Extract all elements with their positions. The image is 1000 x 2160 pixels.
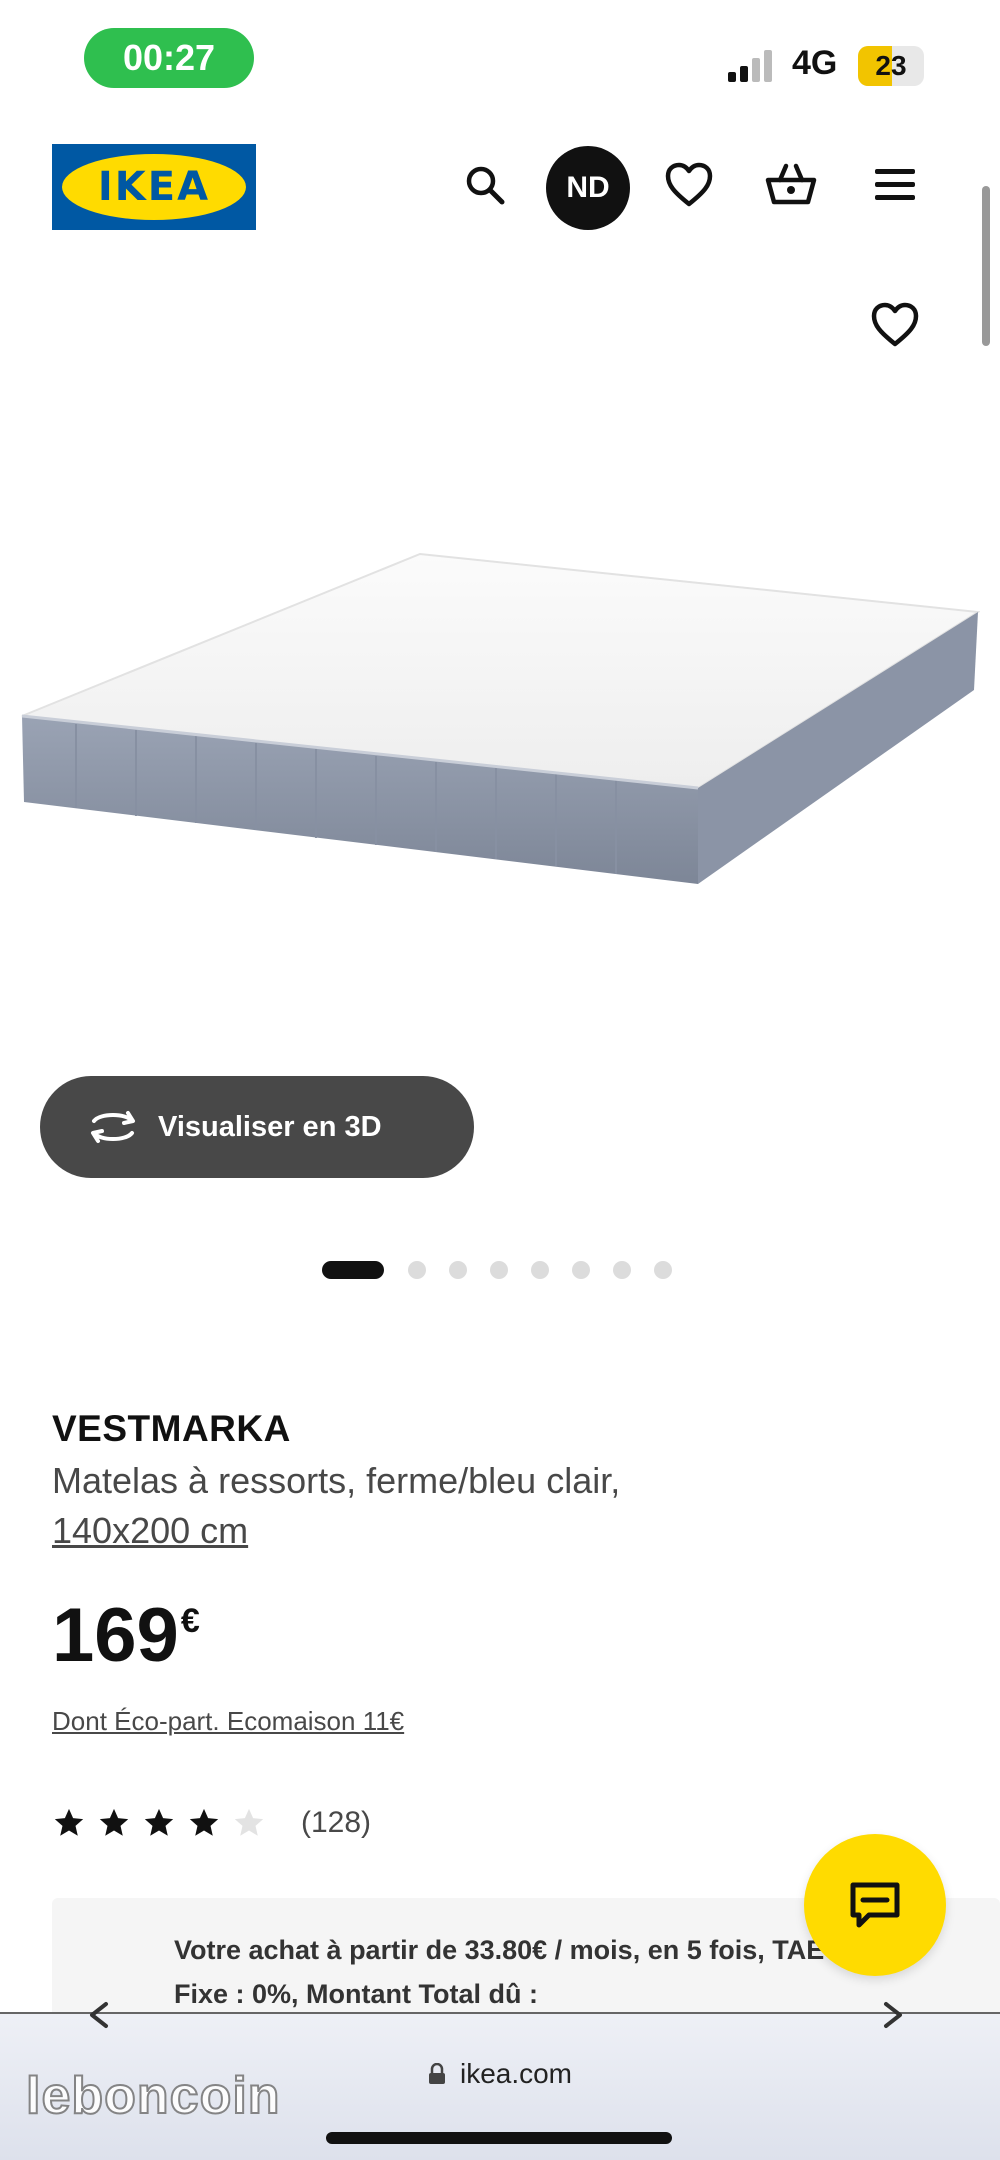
hamburger-menu-icon[interactable]: [862, 152, 928, 218]
star-filled-icon: [189, 1808, 219, 1836]
carousel-dot[interactable]: [449, 1261, 467, 1279]
star-filled-icon: [144, 1808, 174, 1836]
chat-button[interactable]: [804, 1834, 946, 1976]
carousel-dot[interactable]: [531, 1261, 549, 1279]
add-to-wishlist-heart-icon[interactable]: [860, 290, 930, 360]
price-currency: €: [180, 1602, 200, 1640]
carousel-dot[interactable]: [654, 1261, 672, 1279]
carousel-dot[interactable]: [490, 1261, 508, 1279]
carousel-dot[interactable]: [322, 1261, 384, 1279]
eco-participation-link[interactable]: Dont Éco-part. Ecomaison 11€: [52, 1706, 404, 1737]
review-count: (128): [301, 1806, 372, 1839]
basket-icon[interactable]: [758, 152, 824, 218]
product-name: VESTMARKA: [52, 1408, 291, 1449]
view-in-3d-button[interactable]: Visualiser en 3D: [40, 1076, 474, 1178]
home-indicator[interactable]: [326, 2132, 672, 2144]
image-carousel-dots[interactable]: [322, 1258, 695, 1282]
product-size-link[interactable]: 140x200 cm: [52, 1510, 248, 1552]
url-text: ikea.com: [459, 2058, 573, 2089]
financing-text: Votre achat à partir de 33.80€ / mois, e…: [174, 1935, 846, 2009]
carousel-dot[interactable]: [572, 1261, 590, 1279]
site-header: IKEA ND: [0, 130, 1000, 250]
product-price: 169 €: [52, 1598, 200, 1674]
ikea-logo[interactable]: IKEA: [52, 144, 256, 230]
lock-icon: [428, 2063, 445, 2084]
account-avatar[interactable]: ND: [546, 146, 630, 230]
back-arrow-icon[interactable]: [80, 2000, 120, 2030]
rotate-3d-icon: [91, 1111, 135, 1143]
watermark-logo: leboncoin: [25, 2066, 281, 2126]
product-rating[interactable]: (128): [52, 1806, 371, 1840]
product-description: Matelas à ressorts, ferme/bleu clair,: [52, 1460, 621, 1501]
star-empty-icon: [234, 1808, 264, 1836]
search-icon[interactable]: [452, 152, 518, 218]
carousel-dot[interactable]: [408, 1261, 426, 1279]
star-filled-icon: [54, 1808, 84, 1836]
network-type: 4G: [792, 44, 838, 82]
view-in-3d-label: Visualiser en 3D: [158, 1110, 382, 1143]
chat-bubble-icon: [850, 1882, 900, 1928]
logo-text: IKEA: [97, 164, 211, 210]
product-image-mattress[interactable]: [16, 540, 981, 900]
status-time: 00:27: [84, 28, 254, 88]
battery-level: 23: [875, 50, 907, 81]
battery-icon: 23: [858, 46, 924, 86]
carousel-dot[interactable]: [613, 1261, 631, 1279]
star-filled-icon: [99, 1808, 129, 1836]
forward-arrow-icon[interactable]: [872, 2000, 912, 2030]
scrollbar[interactable]: [982, 186, 990, 346]
wishlist-heart-icon[interactable]: [656, 152, 722, 218]
signal-strength-icon: [728, 48, 780, 82]
status-bar: 00:27 4G 23: [0, 0, 1000, 110]
price-amount: 169: [52, 1593, 179, 1678]
